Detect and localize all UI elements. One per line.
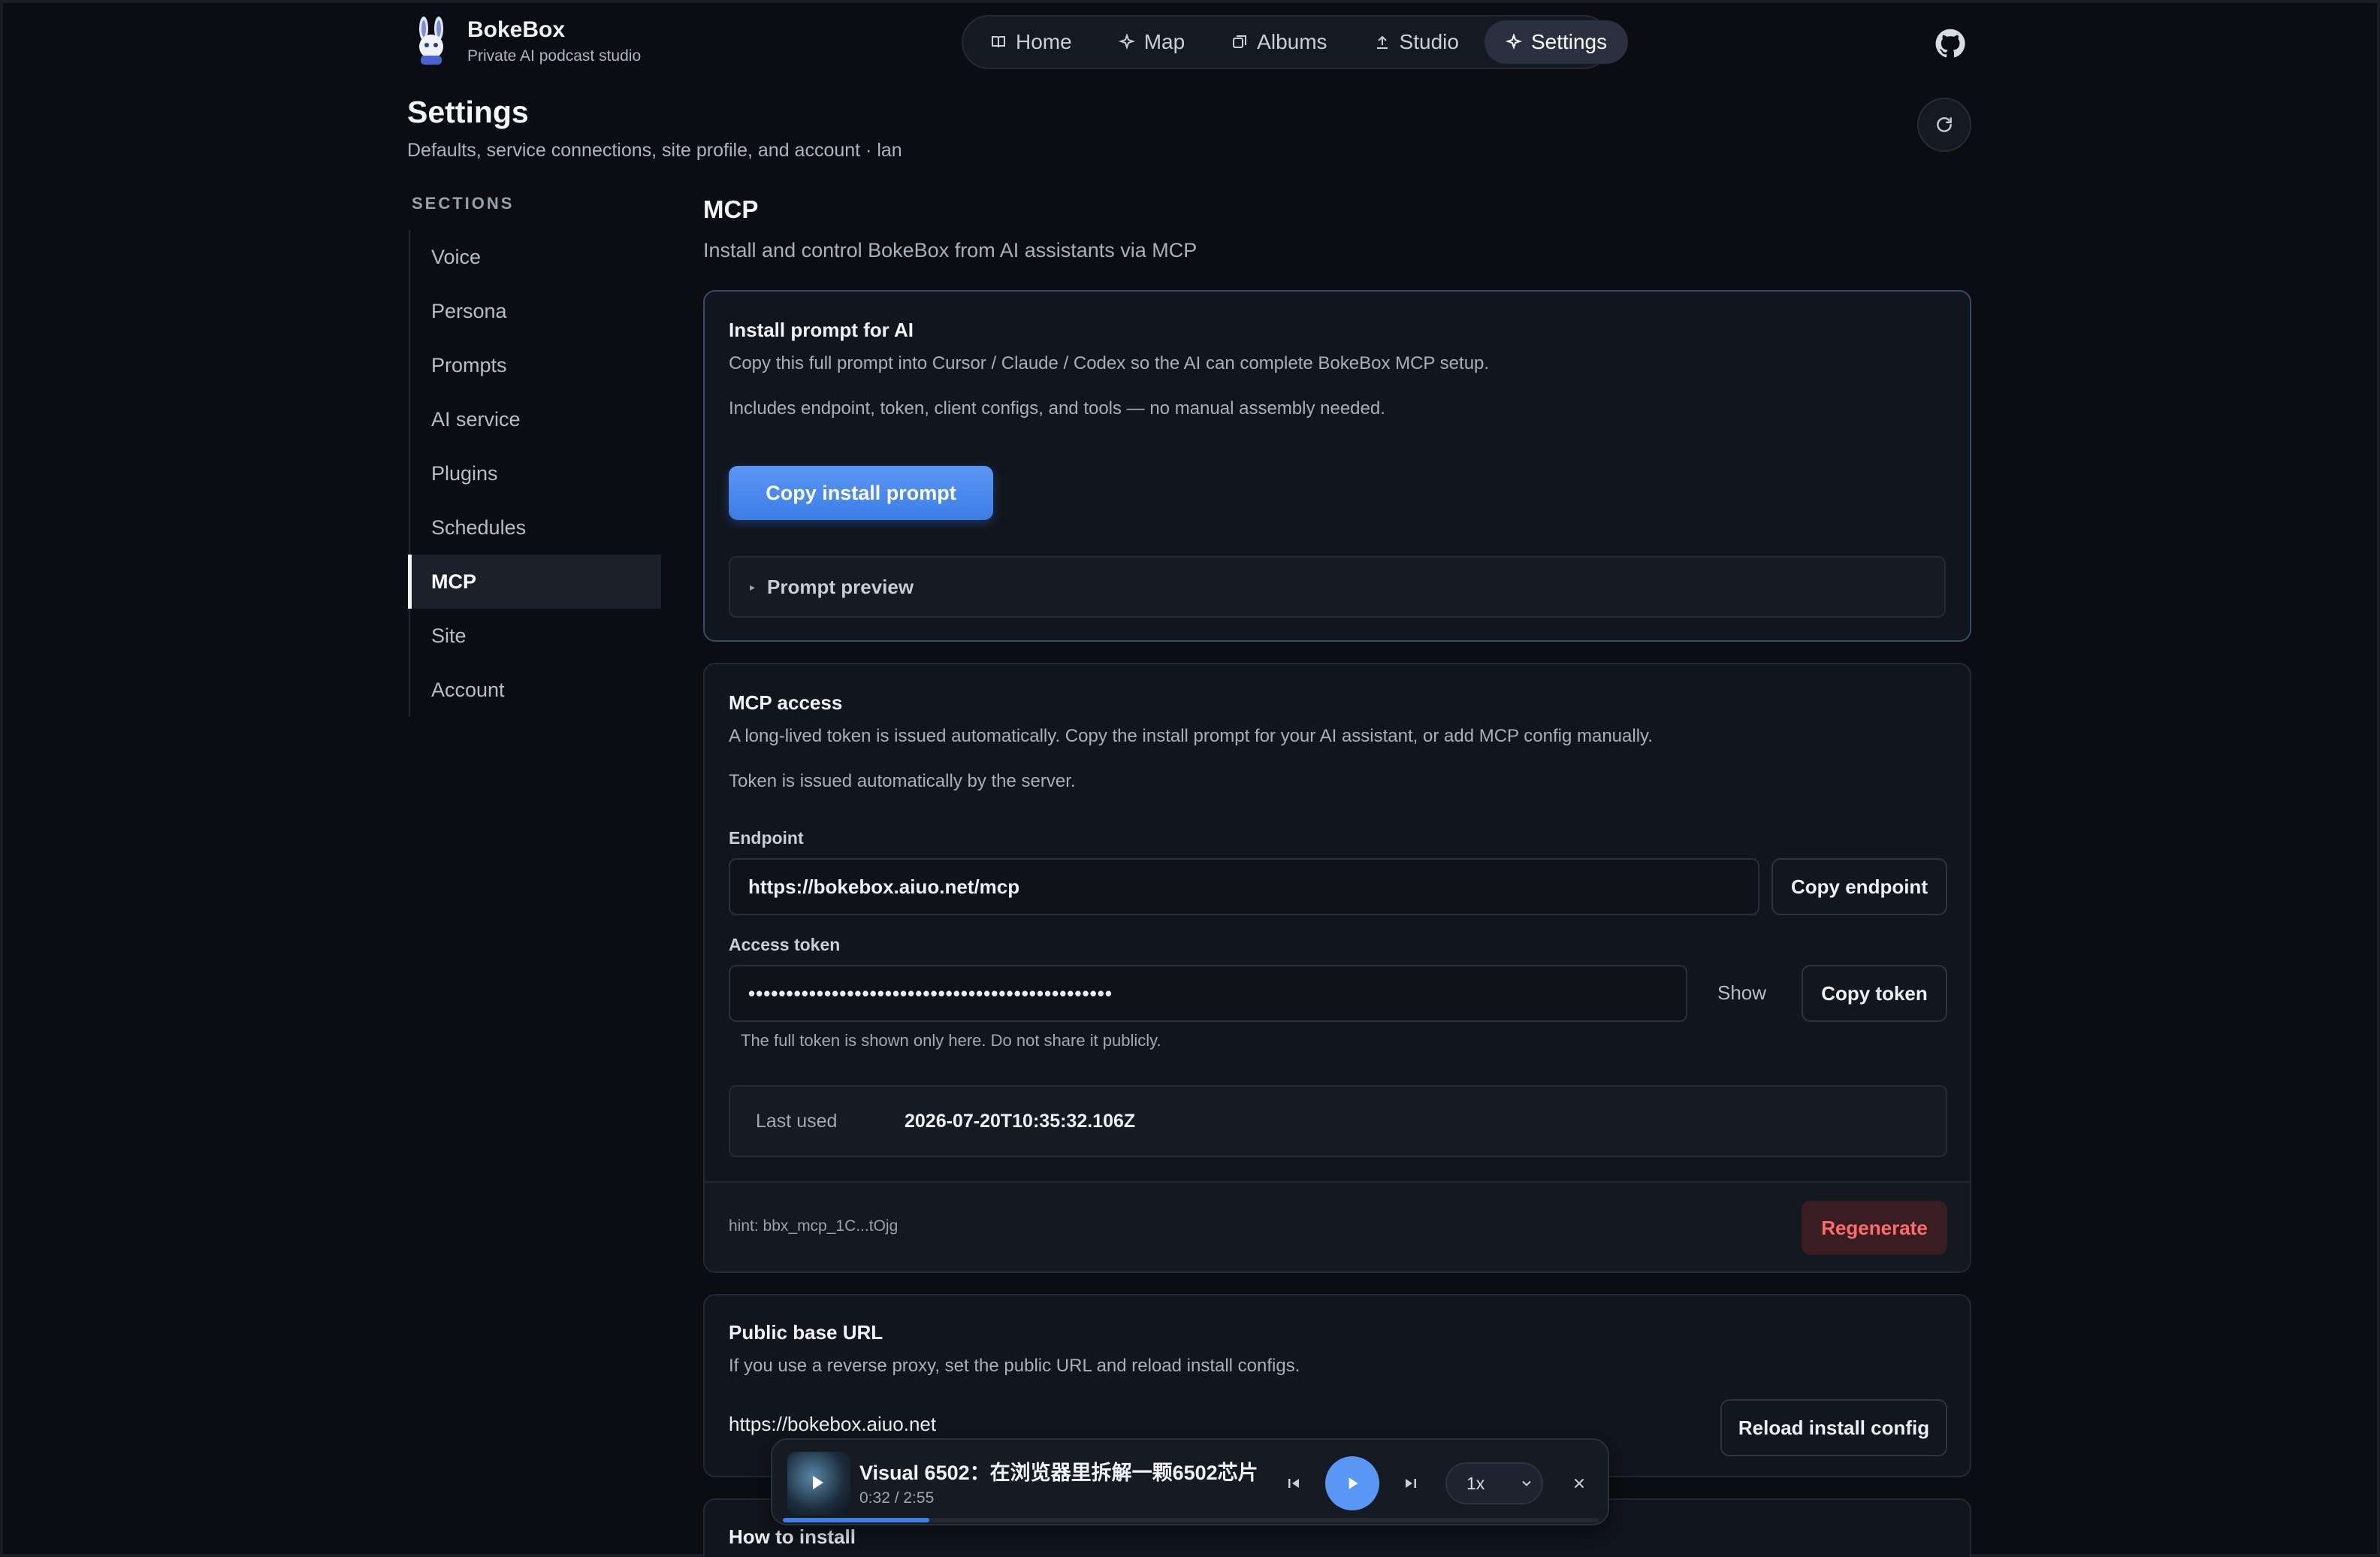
- skip-back-icon: [1288, 1479, 1299, 1488]
- track-title: Visual 6502：在浏览器里拆解一颗6502芯片: [859, 1462, 1258, 1484]
- install-card-text-2: Includes endpoint, token, client configs…: [729, 398, 1385, 419]
- brand-name: BokeBox: [467, 17, 566, 42]
- public-card-title: Public base URL: [729, 1321, 883, 1344]
- nav-albums-label: Albums: [1257, 30, 1327, 53]
- sparkle-map-icon: [1118, 34, 1135, 50]
- sidebar-item-schedules[interactable]: Schedules: [410, 500, 661, 555]
- play-icon: [1349, 1477, 1358, 1489]
- playback-progress-bar[interactable]: [783, 1518, 1599, 1522]
- prompt-preview-toggle[interactable]: ▸ Prompt preview: [729, 556, 1946, 618]
- sidebar-item-account[interactable]: Account: [410, 663, 661, 717]
- nav-studio[interactable]: Studio: [1353, 20, 1480, 64]
- albums-icon: [1233, 35, 1247, 48]
- public-url-value: https://bokebox.aiuo.net: [729, 1413, 937, 1435]
- playback-progress-fill: [783, 1518, 930, 1522]
- last-used-box: Last used 2026-07-20T10:35:32.106Z: [729, 1085, 1947, 1157]
- copy-install-prompt-button[interactable]: Copy install prompt: [729, 466, 993, 520]
- access-card-title: MCP access: [729, 691, 843, 714]
- show-token-button[interactable]: Show: [1717, 981, 1766, 1005]
- sidebar-item-site[interactable]: Site: [410, 609, 661, 663]
- reload-install-config-button[interactable]: Reload install config: [1720, 1399, 1947, 1456]
- nav-settings[interactable]: Settings: [1484, 20, 1629, 64]
- last-used-label: Last used: [756, 1111, 838, 1132]
- section-subtitle: Install and control BokeBox from AI assi…: [703, 239, 1198, 262]
- install-card-text: Copy this full prompt into Cursor / Clau…: [729, 353, 1490, 373]
- play-button[interactable]: [1325, 1456, 1379, 1510]
- regenerate-button[interactable]: Regenerate: [1802, 1201, 1947, 1255]
- skip-forward-icon: [1406, 1479, 1416, 1488]
- nav-home[interactable]: Home: [969, 20, 1093, 64]
- endpoint-field[interactable]: https://bokebox.aiuo.net/mcp: [729, 858, 1759, 915]
- sidebar-item-voice[interactable]: Voice: [410, 230, 661, 284]
- previous-track-button[interactable]: [1280, 1470, 1307, 1497]
- sidebar-item-persona[interactable]: Persona: [410, 284, 661, 338]
- token-hint: hint: bbx_mcp_1C...tOjg: [729, 1217, 899, 1235]
- prompt-preview-label: Prompt preview: [767, 575, 914, 598]
- nav-settings-label: Settings: [1530, 30, 1608, 53]
- install-prompt-card: Install prompt for AI Copy this full pro…: [703, 290, 1971, 642]
- brand-tagline: Private AI podcast studio: [467, 47, 642, 65]
- mcp-access-card: MCP access A long-lived token is issued …: [703, 663, 1971, 1273]
- play-overlay-icon: [813, 1476, 823, 1489]
- access-token-field[interactable]: ••••••••••••••••••••••••••••••••••••••••…: [729, 965, 1687, 1022]
- nav-map[interactable]: Map: [1098, 20, 1206, 64]
- sidebar: Voice Persona Prompts AI service Plugins…: [408, 230, 661, 717]
- access-card-footer: hint: bbx_mcp_1C...tOjg Regenerate: [705, 1181, 1970, 1271]
- install-card-title: Install prompt for AI: [729, 319, 914, 341]
- top-nav: Home Map Albums Studio Settings: [962, 15, 1629, 69]
- refresh-icon: [1937, 117, 1952, 132]
- section-title: MCP: [703, 195, 759, 223]
- nav-albums[interactable]: Albums: [1210, 20, 1348, 64]
- how-to-install-title: How to install: [729, 1525, 856, 1548]
- sparkle-icon: [1505, 34, 1522, 50]
- bunny-logo-icon: [419, 17, 443, 65]
- last-used-value: 2026-07-20T10:35:32.106Z: [905, 1111, 1136, 1132]
- sidebar-item-mcp[interactable]: MCP: [408, 555, 661, 609]
- brand[interactable]: BokeBox Private AI podcast studio: [410, 17, 641, 66]
- sidebar-item-ai-service[interactable]: AI service: [410, 392, 661, 446]
- mini-player: Visual 6502：在浏览器里拆解一颗6502芯片 0:32 / 2:55 …: [771, 1438, 1609, 1525]
- book-icon: [992, 36, 1005, 48]
- nav-studio-label: Studio: [1399, 30, 1459, 53]
- chevron-down-icon: [1522, 1480, 1531, 1486]
- close-player-button[interactable]: [1567, 1471, 1591, 1495]
- refresh-button[interactable]: [1917, 98, 1971, 152]
- token-note: The full token is shown only here. Do no…: [741, 1031, 1161, 1050]
- triangle-right-icon: ▸: [750, 580, 756, 593]
- playback-speed-select[interactable]: 1x: [1445, 1462, 1543, 1504]
- access-token-label: Access token: [729, 935, 841, 954]
- playback-speed-value: 1x: [1466, 1473, 1485, 1493]
- public-card-text: If you use a reverse proxy, set the publ…: [729, 1356, 1300, 1376]
- sidebar-item-prompts[interactable]: Prompts: [410, 338, 661, 392]
- sidebar-item-plugins[interactable]: Plugins: [410, 446, 661, 500]
- access-card-text-2: Token is issued automatically by the ser…: [729, 771, 1076, 791]
- page-subtitle: Defaults, service connections, site prof…: [407, 140, 902, 161]
- page-title: Settings: [407, 95, 529, 129]
- next-track-button[interactable]: [1397, 1470, 1424, 1497]
- copy-endpoint-button[interactable]: Copy endpoint: [1771, 858, 1947, 915]
- copy-token-button[interactable]: Copy token: [1802, 965, 1947, 1022]
- github-icon[interactable]: [1934, 27, 1967, 60]
- close-icon: [1575, 1479, 1584, 1488]
- sections-heading: SECTIONS: [412, 194, 515, 213]
- nav-home-label: Home: [1016, 30, 1072, 53]
- access-card-text: A long-lived token is issued automatical…: [729, 726, 1653, 746]
- nav-map-label: Map: [1143, 30, 1185, 53]
- track-time: 0:32 / 2:55: [859, 1489, 935, 1507]
- endpoint-label: Endpoint: [729, 828, 804, 848]
- upload-icon: [1376, 35, 1388, 49]
- track-cover[interactable]: [787, 1452, 850, 1515]
